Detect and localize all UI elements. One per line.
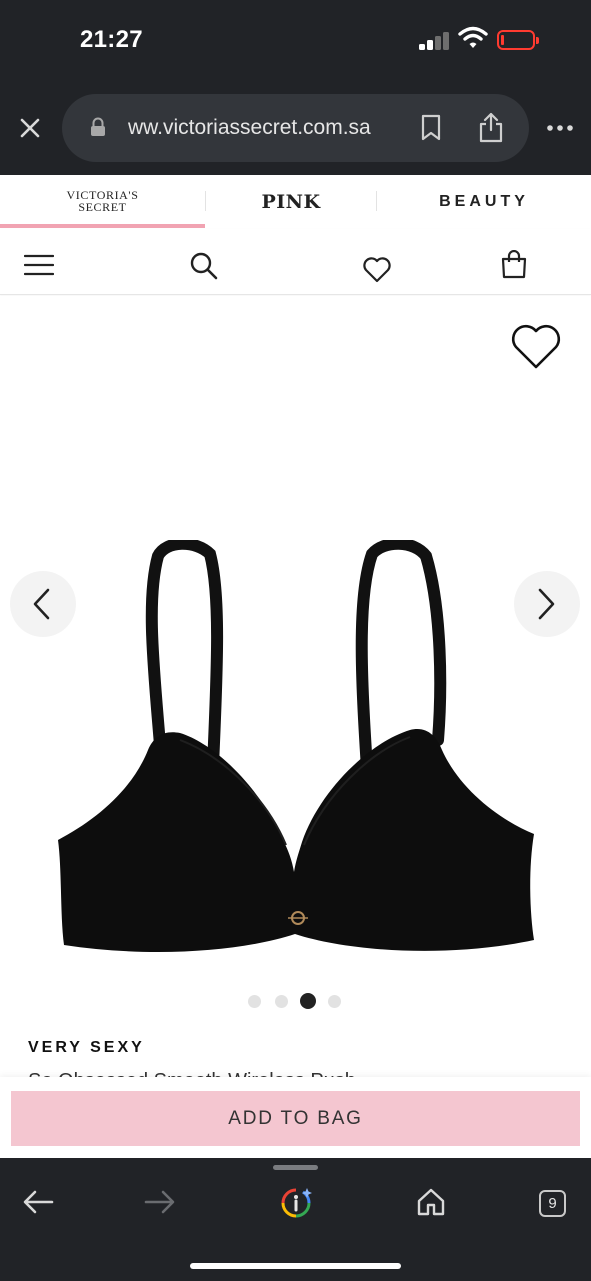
product-image[interactable] [50, 540, 540, 960]
cellular-signal-icon [419, 30, 451, 50]
url-text: ww.victoriassecret.com.sa [128, 116, 371, 139]
browser-chrome: 21:27 ww.victoriassecret.com.sa [0, 0, 591, 175]
home-icon[interactable] [416, 1187, 446, 1217]
carousel-dot[interactable] [275, 995, 288, 1008]
brand-tabs: VICTORIA'S SECRET PINK BEAUTY [0, 175, 591, 228]
wishlist-heart-icon[interactable] [362, 256, 392, 284]
search-icon[interactable] [189, 251, 219, 281]
shopping-bag-icon[interactable] [500, 250, 528, 280]
add-to-bag-bar: ADD TO BAG [0, 1077, 591, 1158]
page: 21:27 ww.victoriassecret.com.sa VICTORIA… [0, 0, 591, 1281]
add-to-bag-button[interactable]: ADD TO BAG [11, 1091, 580, 1146]
favorite-heart-icon[interactable] [510, 324, 562, 370]
home-indicator[interactable] [190, 1263, 401, 1269]
lock-icon [91, 117, 105, 136]
carousel-indicators [248, 993, 348, 1009]
victorias-secret-logo: VICTORIA'S SECRET [66, 188, 139, 214]
close-icon[interactable] [16, 114, 44, 142]
more-options-icon[interactable] [545, 116, 575, 140]
forward-arrow-icon[interactable] [144, 1189, 176, 1215]
product-brand: VERY SEXY [28, 1039, 145, 1056]
google-lens-icon[interactable] [279, 1186, 313, 1220]
tab-switcher-button[interactable]: 9 [539, 1190, 566, 1217]
status-time: 21:27 [80, 26, 143, 53]
share-icon[interactable] [478, 111, 504, 143]
carousel-dot-active[interactable] [300, 993, 316, 1009]
site-navbar [0, 229, 591, 295]
tab-victorias-secret[interactable]: VICTORIA'S SECRET [0, 175, 205, 228]
battery-icon [497, 30, 539, 50]
browser-toolbar: 9 [0, 1158, 591, 1281]
menu-icon[interactable] [24, 254, 54, 276]
carousel-dot[interactable] [248, 995, 261, 1008]
tab-beauty[interactable]: BEAUTY [377, 175, 591, 228]
carousel-dot[interactable] [328, 995, 341, 1008]
back-arrow-icon[interactable] [22, 1189, 54, 1215]
bookmark-icon[interactable] [420, 114, 442, 142]
wifi-icon [458, 26, 488, 48]
sheet-grabber[interactable] [273, 1165, 318, 1170]
product-section: VERY SEXY So Obsessed Smooth Wireless Pu… [0, 296, 591, 1086]
tab-pink[interactable]: PINK [206, 175, 376, 228]
address-bar[interactable]: ww.victoriassecret.com.sa [62, 94, 529, 162]
